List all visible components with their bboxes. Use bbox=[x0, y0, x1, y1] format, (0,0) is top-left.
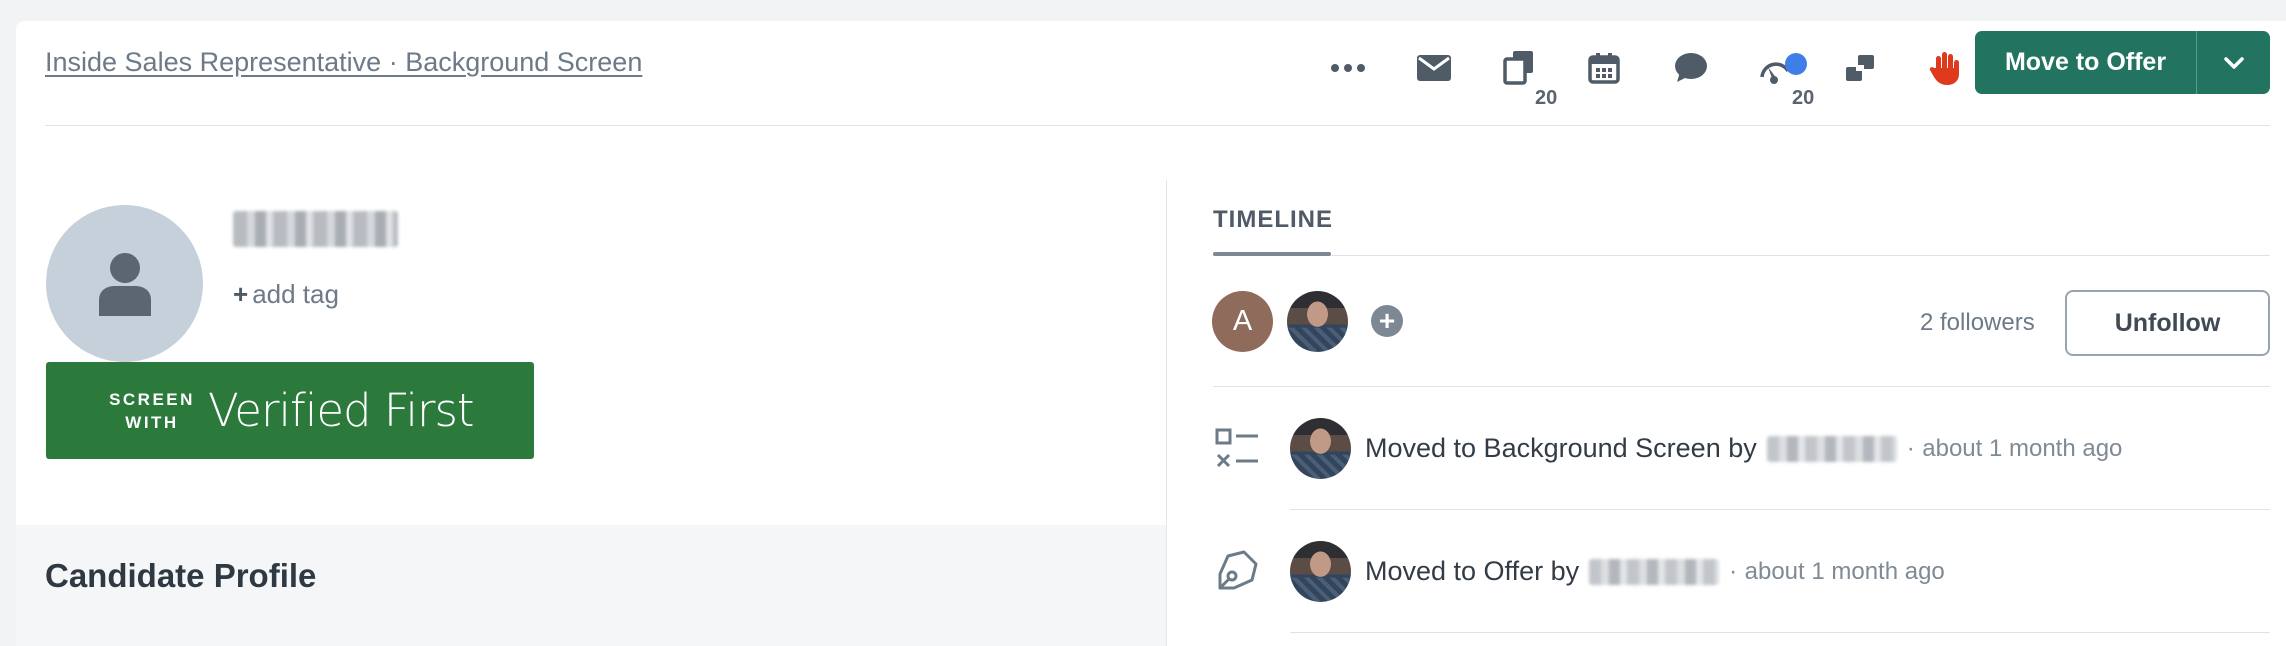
add-tag-plus: + bbox=[233, 279, 249, 309]
speech-bubble-icon bbox=[1675, 53, 1707, 82]
event-timestamp: about 1 month ago bbox=[1744, 557, 1945, 585]
event-user-name-redacted bbox=[1589, 558, 1720, 585]
candidate-name-redacted bbox=[233, 211, 398, 247]
event-separator: · bbox=[1906, 434, 1915, 462]
candidate-avatar[interactable] bbox=[46, 205, 203, 362]
event-divider bbox=[1290, 509, 2270, 510]
move-options-dropdown[interactable] bbox=[2197, 31, 2270, 94]
event-user-avatar[interactable] bbox=[1290, 418, 1351, 479]
followers-count: 2 followers bbox=[1920, 309, 2035, 336]
pen-nib-icon bbox=[1212, 546, 1262, 596]
comment-button[interactable] bbox=[1662, 40, 1718, 96]
more-options-button[interactable] bbox=[1320, 40, 1376, 96]
tab-timeline[interactable]: TIMELINE bbox=[1213, 206, 1333, 234]
scorecards-count: 20 bbox=[1792, 87, 1815, 109]
add-tag-label: add tag bbox=[252, 279, 339, 309]
timeline-tabs-divider bbox=[1213, 255, 2270, 256]
add-follower-button[interactable]: + bbox=[1371, 305, 1403, 337]
schedule-button[interactable] bbox=[1576, 40, 1632, 96]
event-user-name-redacted bbox=[1766, 435, 1897, 462]
hand-stop-icon bbox=[1929, 52, 1959, 85]
verified-first-logo: Verified First bbox=[208, 384, 475, 437]
verified-first-integration-button[interactable]: SCREEN WITH Verified First bbox=[46, 362, 534, 459]
event-separator: · bbox=[1729, 557, 1738, 585]
messages-count: 20 bbox=[1535, 87, 1558, 109]
copy-icon bbox=[1503, 51, 1533, 85]
reject-button[interactable] bbox=[1917, 40, 1973, 96]
envelope-icon bbox=[1417, 55, 1451, 81]
scorecards-notification-dot bbox=[1785, 53, 1807, 75]
unfollow-button[interactable]: Unfollow bbox=[2065, 290, 2270, 356]
checklist-icon bbox=[1212, 425, 1262, 475]
transfer-button[interactable] bbox=[1832, 40, 1888, 96]
screen-with-text: SCREEN WITH bbox=[109, 389, 195, 432]
add-tag-link[interactable]: + add tag bbox=[233, 279, 339, 310]
email-button[interactable] bbox=[1406, 40, 1462, 96]
transfer-arrows-icon bbox=[1846, 55, 1874, 81]
calendar-icon bbox=[1588, 53, 1620, 84]
move-to-offer-label: Move to Offer bbox=[2004, 48, 2167, 76]
event-divider bbox=[1290, 632, 2270, 633]
candidate-profile-heading: Candidate Profile bbox=[45, 557, 317, 594]
move-to-offer-button[interactable]: Move to Offer bbox=[1975, 31, 2270, 94]
follower-avatar-a[interactable]: A bbox=[1212, 291, 1273, 352]
event-timestamp: about 1 month ago bbox=[1922, 434, 2123, 462]
event-user-avatar[interactable] bbox=[1290, 541, 1351, 602]
column-divider bbox=[1166, 180, 1167, 646]
timeline-event-text: Moved to Background Screen by · about 1 … bbox=[1365, 433, 2123, 463]
user-placeholder-icon bbox=[98, 252, 151, 316]
follower-avatar-photo[interactable] bbox=[1287, 291, 1348, 352]
header-divider bbox=[45, 125, 2270, 126]
job-stage-breadcrumb[interactable]: Inside Sales Representative · Background… bbox=[45, 47, 642, 78]
timeline-tab-active-indicator bbox=[1213, 252, 1331, 256]
ellipsis-icon bbox=[1331, 64, 1365, 72]
followers-divider bbox=[1213, 386, 2270, 387]
chevron-down-icon bbox=[2223, 56, 2244, 69]
timeline-event-text: Moved to Offer by · about 1 month ago bbox=[1365, 556, 1945, 586]
